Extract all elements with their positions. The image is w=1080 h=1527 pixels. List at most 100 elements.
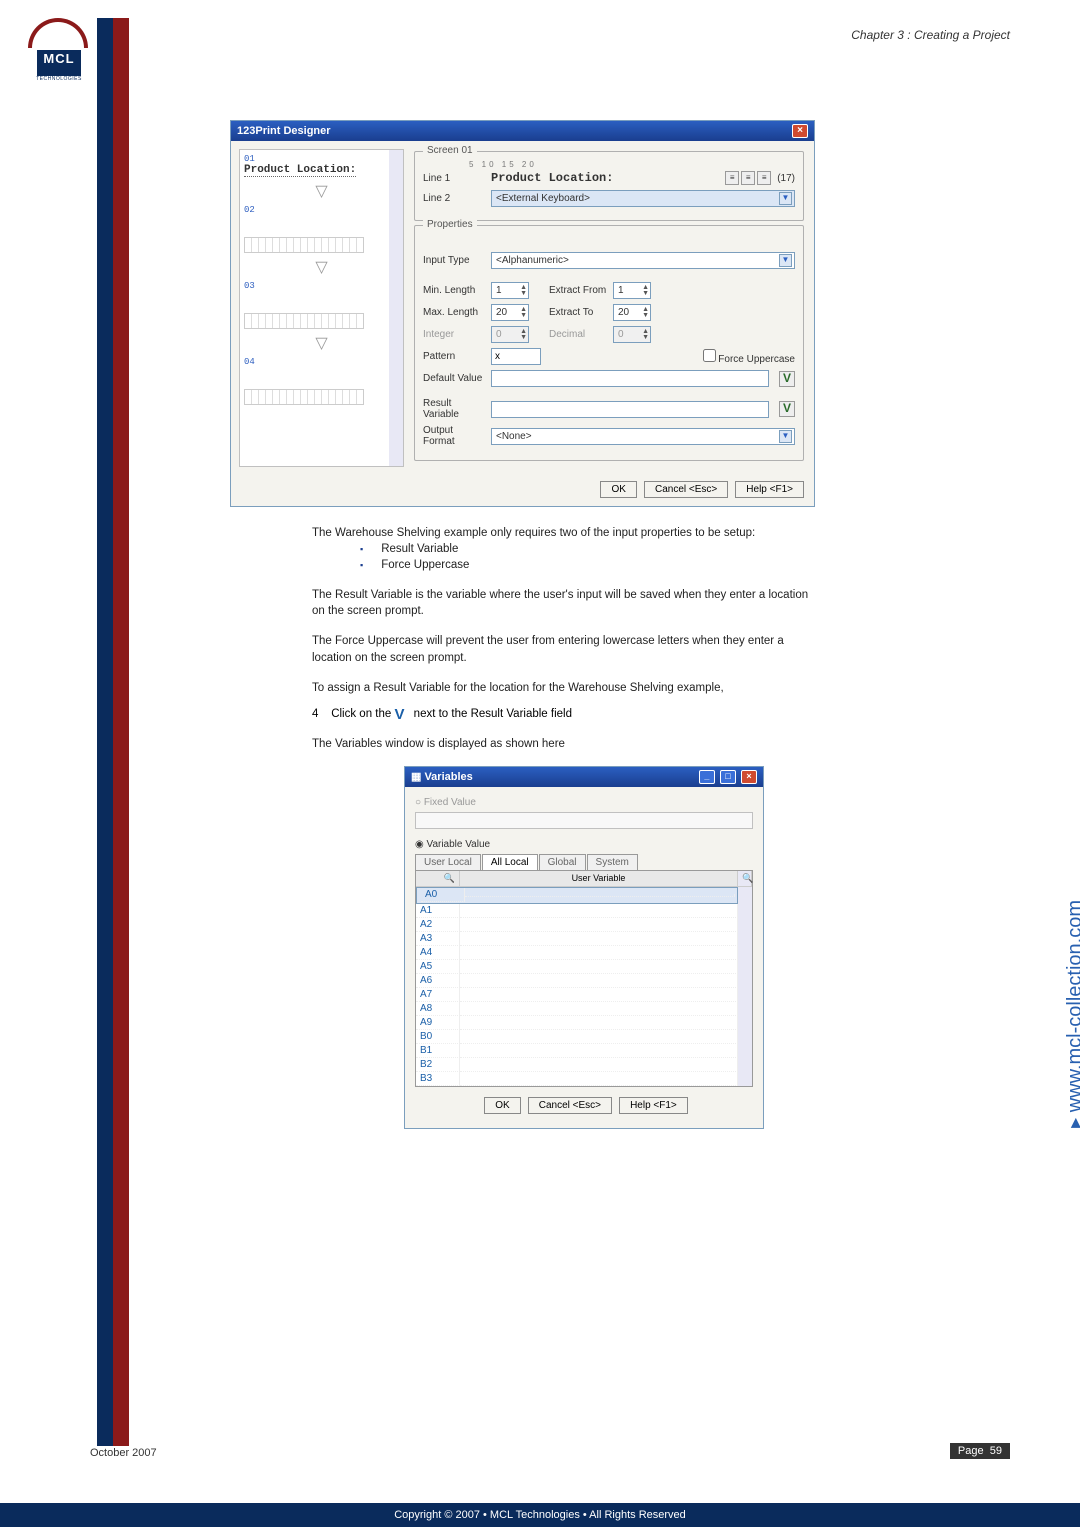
- align-buttons[interactable]: ≡≡≡: [725, 171, 771, 185]
- step-4: 4 Click on the V next to the Result Vari…: [312, 706, 1000, 722]
- variable-picker-button[interactable]: V: [779, 401, 795, 417]
- variables-title: Variables: [424, 771, 472, 783]
- fixed-value-input: [415, 812, 753, 829]
- screen-fieldset: Screen 01 5 10 15 20 Line 1 Product Loca…: [414, 151, 804, 221]
- minimize-icon[interactable]: _: [699, 770, 715, 784]
- min-length-stepper[interactable]: 1▲▼: [491, 282, 529, 299]
- force-uppercase-checkbox[interactable]: [703, 349, 716, 362]
- output-format-label: Output Format: [423, 425, 485, 447]
- table-row[interactable]: A2: [416, 918, 738, 932]
- paragraph-4: To assign a Result Variable for the loca…: [312, 680, 812, 696]
- bullet-force-uppercase: Force Uppercase: [360, 557, 812, 573]
- max-length-label: Max. Length: [423, 307, 485, 318]
- paragraph-2: The Result Variable is the variable wher…: [312, 587, 812, 619]
- variables-table: 🔍User Variable🔍 A0A1A2A3A4A5A6A7A8A9B0B1…: [415, 870, 753, 1087]
- paragraph-5: The Variables window is displayed as sho…: [312, 736, 812, 752]
- decimal-stepper: 0▲▼: [613, 326, 651, 343]
- product-location-text: Product Location:: [244, 164, 356, 177]
- scrollbar[interactable]: [738, 887, 752, 1086]
- properties-fieldset: Properties Input Type <Alphanumeric>▼ Mi…: [414, 225, 804, 461]
- row-num-02: 02: [244, 205, 399, 215]
- properties-legend: Properties: [423, 219, 477, 230]
- input-type-label: Input Type: [423, 255, 485, 266]
- ok-button[interactable]: OK: [484, 1097, 520, 1114]
- table-row[interactable]: B0: [416, 1030, 738, 1044]
- ok-button[interactable]: OK: [600, 481, 636, 498]
- help-button[interactable]: Help <F1>: [619, 1097, 688, 1114]
- max-length-stepper[interactable]: 20▲▼: [491, 304, 529, 321]
- line2-select[interactable]: <External Keyboard>▼: [491, 190, 795, 207]
- tab-all-local[interactable]: All Local: [482, 854, 538, 870]
- scrollbar[interactable]: [389, 150, 403, 466]
- arrow-down-icon: ▽: [244, 333, 399, 353]
- table-row[interactable]: B1: [416, 1044, 738, 1058]
- mcl-logo: MCL TECHNOLOGIES: [28, 18, 90, 80]
- default-value-label: Default Value: [423, 373, 485, 384]
- result-variable-label: Result Variable: [423, 398, 485, 420]
- arrow-down-icon: ▽: [244, 181, 399, 201]
- footer-copyright: Copyright © 2007 • MCL Technologies • Al…: [0, 1503, 1080, 1527]
- default-value-input[interactable]: [491, 370, 769, 387]
- variable-picker-button[interactable]: V: [779, 371, 795, 387]
- extract-from-stepper[interactable]: 1▲▼: [613, 282, 651, 299]
- result-variable-input[interactable]: [491, 401, 769, 418]
- close-icon[interactable]: ×: [741, 770, 757, 784]
- line1-label: Line 1: [423, 173, 485, 184]
- search-icon[interactable]: 🔍: [738, 871, 752, 886]
- paragraph-1: The Warehouse Shelving example only requ…: [312, 525, 812, 573]
- window-title: 123Print Designer: [237, 125, 331, 137]
- row-num-03: 03: [244, 281, 399, 291]
- table-row[interactable]: B2: [416, 1058, 738, 1072]
- pattern-label: Pattern: [423, 351, 485, 362]
- variables-window: ▦ Variables _ □ × Fixed Value Variable V…: [404, 766, 764, 1129]
- side-strip: [97, 18, 129, 1446]
- input-type-select[interactable]: <Alphanumeric>▼: [491, 252, 795, 269]
- min-length-label: Min. Length: [423, 285, 485, 296]
- chevron-down-icon: ▼: [779, 192, 792, 205]
- close-icon[interactable]: ×: [792, 124, 808, 138]
- table-row[interactable]: A4: [416, 946, 738, 960]
- cancel-button[interactable]: Cancel <Esc>: [528, 1097, 612, 1114]
- table-row[interactable]: A7: [416, 988, 738, 1002]
- paragraph-3: The Force Uppercase will prevent the use…: [312, 633, 812, 665]
- table-row[interactable]: A0: [416, 887, 738, 904]
- table-row[interactable]: A8: [416, 1002, 738, 1016]
- extract-from-label: Extract From: [549, 285, 607, 296]
- table-row[interactable]: A9: [416, 1016, 738, 1030]
- column-user-variable: User Variable: [460, 871, 738, 886]
- screen-legend: Screen 01: [423, 145, 477, 156]
- arrow-down-icon: ▽: [244, 257, 399, 277]
- cancel-button[interactable]: Cancel <Esc>: [644, 481, 728, 498]
- v-icon: V: [394, 706, 410, 722]
- table-row[interactable]: A3: [416, 932, 738, 946]
- extract-to-label: Extract To: [549, 307, 607, 318]
- tab-user-local[interactable]: User Local: [415, 854, 481, 870]
- window-titlebar: 123Print Designer ×: [231, 121, 814, 141]
- extract-to-stepper[interactable]: 20▲▼: [613, 304, 651, 321]
- search-icon[interactable]: 🔍: [416, 871, 460, 886]
- help-button[interactable]: Help <F1>: [735, 481, 804, 498]
- table-row[interactable]: A5: [416, 960, 738, 974]
- logo-letters: MCL: [43, 51, 74, 66]
- fixed-value-radio[interactable]: Fixed Value: [415, 797, 753, 808]
- line2-label: Line 2: [423, 193, 485, 204]
- bullet-result-variable: Result Variable: [360, 541, 812, 557]
- decimal-label: Decimal: [549, 329, 607, 340]
- integer-label: Integer: [423, 329, 485, 340]
- chevron-down-icon: ▼: [779, 254, 792, 267]
- table-row[interactable]: A1: [416, 904, 738, 918]
- tab-global[interactable]: Global: [539, 854, 586, 870]
- variable-value-radio[interactable]: Variable Value: [415, 839, 753, 850]
- line1-text: Product Location:: [491, 171, 613, 185]
- output-format-select[interactable]: <None>▼: [491, 428, 795, 445]
- table-row[interactable]: A6: [416, 974, 738, 988]
- ruler: 5 10 15 20: [469, 160, 795, 169]
- tab-system[interactable]: System: [587, 854, 638, 870]
- row-num-01: 01: [244, 154, 399, 164]
- integer-stepper: 0▲▼: [491, 326, 529, 343]
- variable-tabs: User Local All Local Global System: [415, 854, 753, 870]
- pattern-input[interactable]: [491, 348, 541, 365]
- side-url: www.mcl-collection.com: [1062, 900, 1080, 1128]
- table-row[interactable]: B3: [416, 1072, 738, 1086]
- maximize-icon[interactable]: □: [720, 770, 736, 784]
